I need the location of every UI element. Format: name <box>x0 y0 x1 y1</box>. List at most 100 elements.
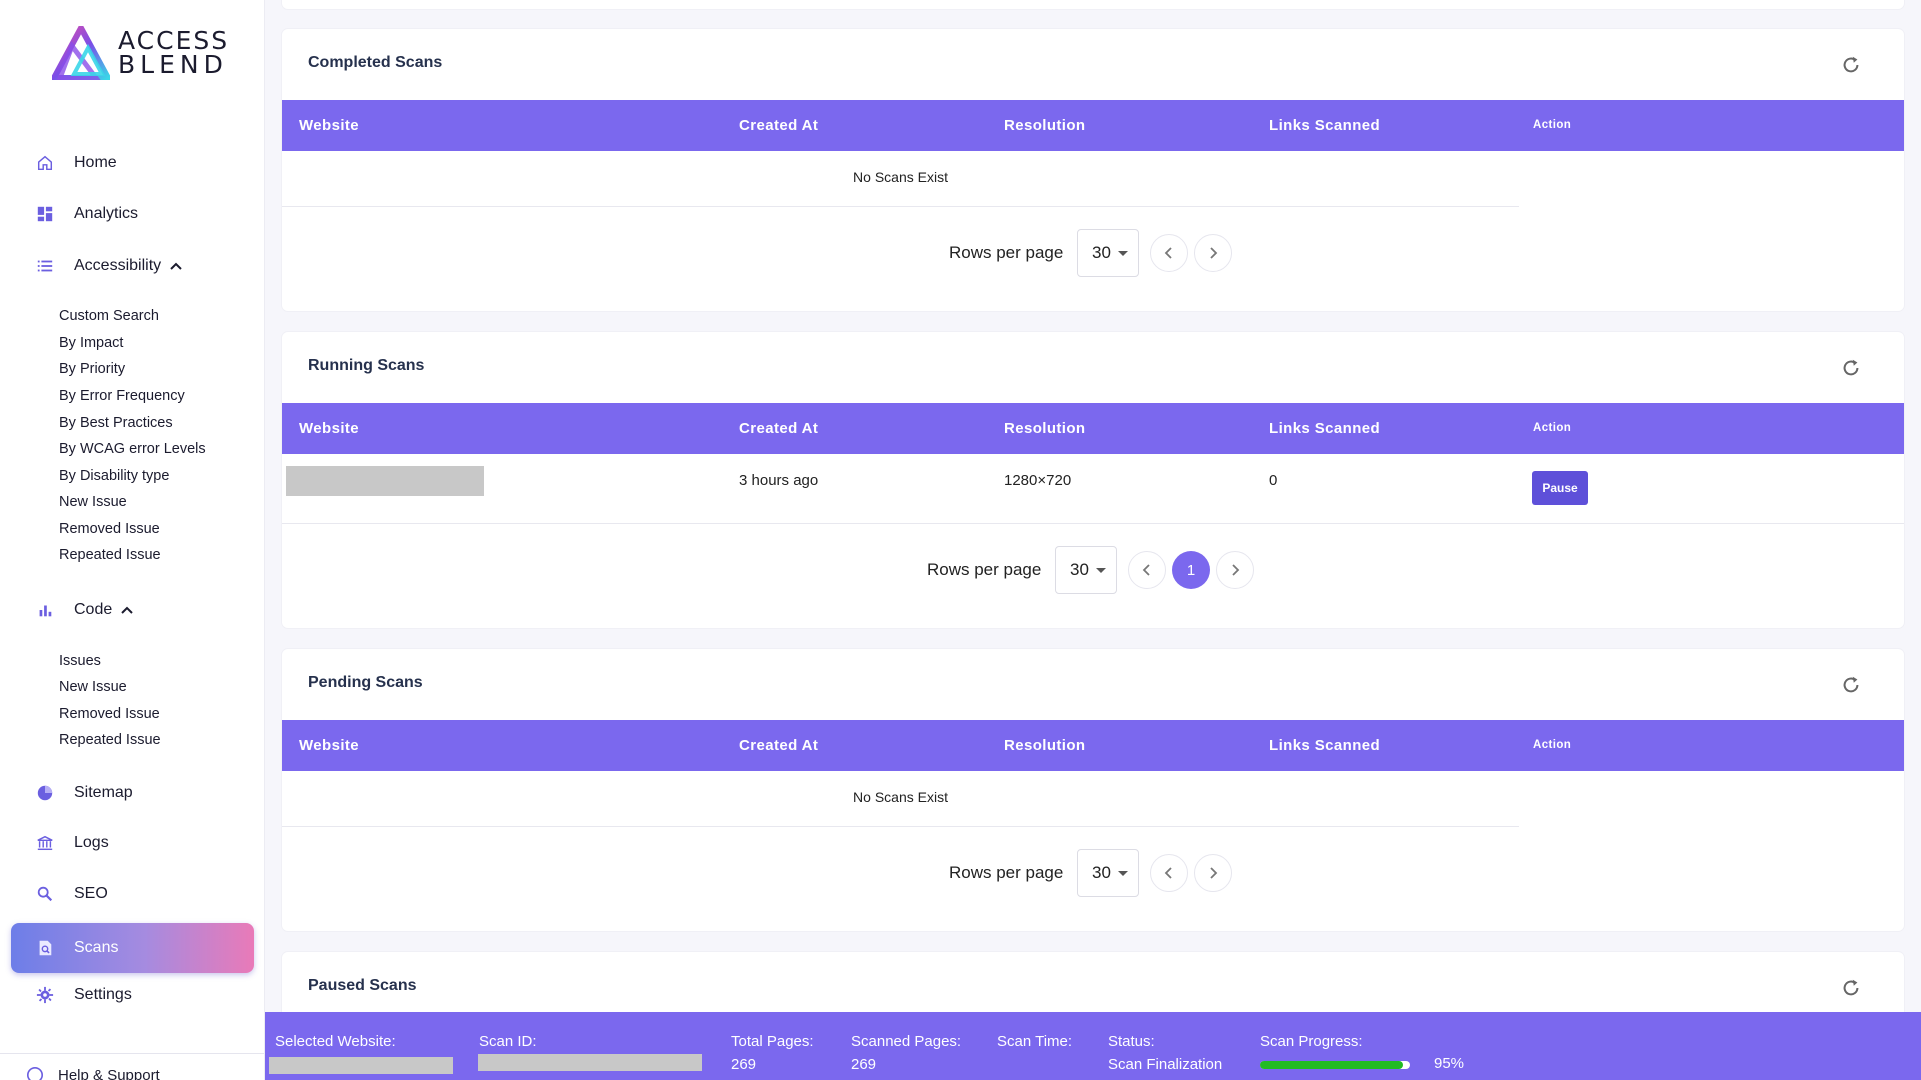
sidebar-subitem-by-impact[interactable]: By Impact <box>59 333 123 353</box>
help-icon <box>26 1066 44 1080</box>
prev-page-button[interactable] <box>1150 854 1188 892</box>
sidebar-item-label: Code <box>74 601 113 618</box>
gear-icon <box>35 985 55 1005</box>
total-pages-label: Total Pages: <box>731 1033 814 1050</box>
sidebar-item-label: Logs <box>74 834 109 851</box>
rows-per-page-select[interactable]: 30 <box>1055 546 1117 594</box>
rows-per-page-label: Rows per page <box>949 243 1064 262</box>
chevron-up-icon <box>121 606 133 614</box>
sidebar-item-sitemap[interactable]: Sitemap <box>11 771 254 815</box>
col-created-at[interactable]: Created At <box>739 117 818 134</box>
sidebar-subitem-by-priority[interactable]: By Priority <box>59 359 125 379</box>
row-links-scanned: 0 <box>1269 472 1278 489</box>
sidebar-item-seo[interactable]: SEO <box>11 872 254 916</box>
chevron-up-icon <box>170 262 182 270</box>
pending-pagination: Rows per page 30 <box>282 849 1904 897</box>
scan-progress-fill <box>1260 1061 1403 1069</box>
status-value: Scan Finalization <box>1108 1056 1223 1073</box>
sidebar-item-label: SEO <box>74 885 108 902</box>
col-links-scanned[interactable]: Links Scanned <box>1269 117 1380 134</box>
sidebar-subitem-code-new-issue[interactable]: New Issue <box>59 677 127 697</box>
sidebar-subitem-repeated-issue[interactable]: Repeated Issue <box>59 545 161 565</box>
next-page-button[interactable] <box>1194 854 1232 892</box>
redacted-selected-website <box>269 1057 453 1074</box>
scan-progress-label: Scan Progress: <box>1260 1033 1363 1050</box>
col-resolution[interactable]: Resolution <box>1004 117 1086 134</box>
scanned-pages-label: Scanned Pages: <box>851 1033 962 1050</box>
rows-per-page-select[interactable]: 30 <box>1077 229 1139 277</box>
refresh-icon[interactable] <box>1840 674 1862 696</box>
running-pagination: Rows per page 30 1 <box>282 546 1904 594</box>
total-pages-value: 269 <box>731 1056 757 1073</box>
rows-per-page-select[interactable]: 30 <box>1077 849 1139 897</box>
col-links-scanned[interactable]: Links Scanned <box>1269 737 1380 754</box>
col-resolution[interactable]: Resolution <box>1004 737 1086 754</box>
redacted-website <box>286 466 484 496</box>
col-resolution[interactable]: Resolution <box>1004 420 1086 437</box>
sidebar-item-settings[interactable]: Settings <box>11 973 254 1017</box>
rows-per-page-label: Rows per page <box>949 863 1064 882</box>
sidebar-subitem-code-repeated-issue[interactable]: Repeated Issue <box>59 730 161 750</box>
running-scans-card: Running Scans Website Created At Resolut… <box>282 332 1904 628</box>
scan-id-label: Scan ID: <box>479 1033 537 1050</box>
chevron-left-icon <box>1164 247 1172 259</box>
next-page-button[interactable] <box>1216 551 1254 589</box>
sidebar-subitem-new-issue[interactable]: New Issue <box>59 492 127 512</box>
brand-logo[interactable]: ACCESS BLEND <box>52 26 229 80</box>
rows-per-page-value: 30 <box>1092 863 1111 882</box>
pending-scans-card: Pending Scans Website Created At Resolut… <box>282 649 1904 931</box>
sidebar-subitem-by-error-frequency[interactable]: By Error Frequency <box>59 386 185 406</box>
sidebar-subitem-code-removed-issue[interactable]: Removed Issue <box>59 704 160 724</box>
col-website[interactable]: Website <box>299 420 359 437</box>
pause-button[interactable]: Pause <box>1532 471 1588 505</box>
scanned-pages-value: 269 <box>851 1056 877 1073</box>
col-website[interactable]: Website <box>299 737 359 754</box>
dropdown-arrow-icon <box>1096 568 1106 573</box>
col-created-at[interactable]: Created At <box>739 420 818 437</box>
brand-line2: BLEND <box>118 50 228 79</box>
page-button-1[interactable]: 1 <box>1172 551 1210 589</box>
row-created-at: 3 hours ago <box>739 472 819 489</box>
sidebar-item-analytics[interactable]: Analytics <box>11 192 254 236</box>
row-resolution: 1280×720 <box>1004 472 1072 489</box>
sidebar-subitem-by-disability-type[interactable]: By Disability type <box>59 466 169 486</box>
brand-name: ACCESS BLEND <box>118 28 229 79</box>
col-website[interactable]: Website <box>299 117 359 134</box>
total-pages-field: Total Pages: 269 <box>731 1033 814 1076</box>
next-page-button[interactable] <box>1194 234 1232 272</box>
sidebar-item-accessibility[interactable]: Accessibility <box>11 244 254 288</box>
redacted-scan-id <box>478 1054 702 1071</box>
help-support-link[interactable]: Help & Support <box>26 1066 160 1080</box>
col-action: Action <box>1533 119 1572 131</box>
help-support-label: Help & Support <box>58 1066 160 1080</box>
col-links-scanned[interactable]: Links Scanned <box>1269 420 1380 437</box>
sidebar-item-label: Sitemap <box>74 784 133 801</box>
rows-per-page-value: 30 <box>1070 560 1089 579</box>
rows-per-page-value: 30 <box>1092 243 1111 262</box>
pending-scans-title: Pending Scans <box>308 674 423 691</box>
col-action: Action <box>1533 422 1572 434</box>
sidebar-item-scans[interactable]: Scans <box>11 923 254 973</box>
prev-page-button[interactable] <box>1128 551 1166 589</box>
logo-icon <box>52 26 110 80</box>
chevron-left-icon <box>1164 867 1172 879</box>
sidebar-subitem-by-best-practices[interactable]: By Best Practices <box>59 413 173 433</box>
completed-scans-card: Completed Scans Website Created At Resol… <box>282 29 1904 311</box>
sidebar-subitem-custom-search[interactable]: Custom Search <box>59 306 159 326</box>
sidebar-item-code[interactable]: Code <box>11 588 254 632</box>
refresh-icon[interactable] <box>1840 54 1862 76</box>
sidebar-subitem-by-wcag-levels[interactable]: By WCAG error Levels <box>59 439 206 459</box>
sidebar-subitem-issues[interactable]: Issues <box>59 651 101 671</box>
prev-page-button[interactable] <box>1150 234 1188 272</box>
sidebar-item-logs[interactable]: Logs <box>11 821 254 865</box>
sidebar-item-home[interactable]: Home <box>11 141 254 185</box>
home-icon <box>35 153 55 173</box>
refresh-icon[interactable] <box>1840 977 1862 999</box>
running-table-header: Website Created At Resolution Links Scan… <box>282 403 1904 454</box>
row-divider <box>282 206 1519 207</box>
bar-chart-icon <box>35 600 55 620</box>
refresh-icon[interactable] <box>1840 357 1862 379</box>
sidebar-subitem-removed-issue[interactable]: Removed Issue <box>59 519 160 539</box>
col-created-at[interactable]: Created At <box>739 737 818 754</box>
col-action: Action <box>1533 739 1572 751</box>
